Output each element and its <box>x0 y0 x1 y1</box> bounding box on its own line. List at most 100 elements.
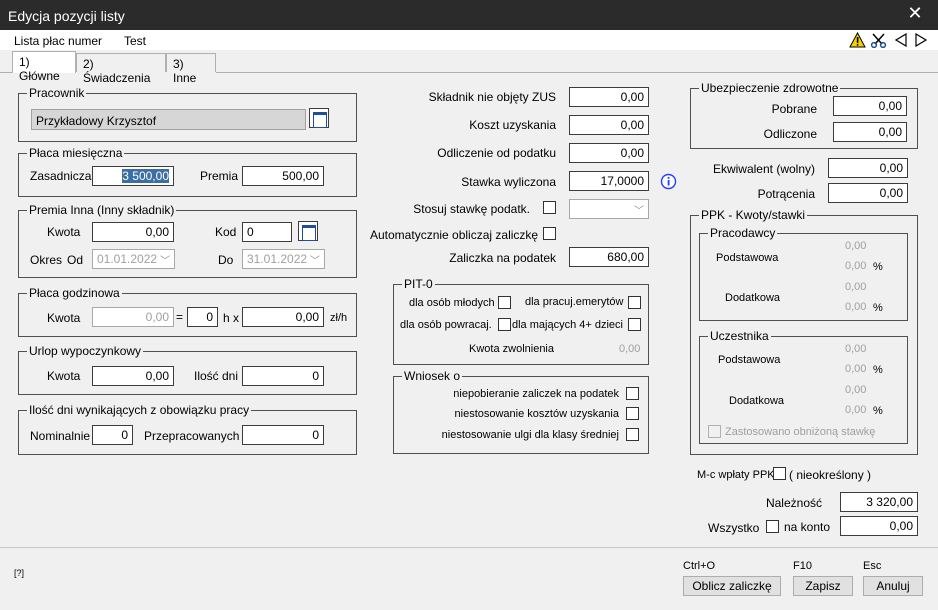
oblicz-zaliczke-button[interactable]: Oblicz zaliczkę <box>683 576 781 596</box>
godz-kwota-field[interactable]: 0,00 <box>92 307 174 327</box>
auto-zaliczka-label: Automatycznie obliczaj zaliczkę <box>370 228 539 242</box>
premia-kwota-label: Kwota <box>47 225 81 239</box>
godz-kwota-label: Kwota <box>47 311 81 325</box>
pracodawcy-podstawowa-label: Podstawowa <box>716 252 779 264</box>
pobrane-field[interactable]: 0,00 <box>833 96 907 116</box>
zapisz-button[interactable]: Zapisz <box>793 576 853 596</box>
premia-field[interactable]: 500,00 <box>242 166 324 186</box>
mc-wplaty-checkbox[interactable] <box>773 467 786 480</box>
wniosek-item2-label: niestosowanie kosztów uzyskania <box>454 408 619 420</box>
przepracowanych-label: Przepracowanych <box>144 429 240 443</box>
zasadnicza-field[interactable]: 3 500,00 <box>92 166 174 186</box>
equals-sign: = <box>176 310 184 324</box>
godz-rate-field[interactable]: 0,00 <box>242 307 324 327</box>
stosuj-stawke-label: Stosuj stawkę podatk. <box>413 202 530 216</box>
stawka-select[interactable]: ﹀ <box>569 199 649 219</box>
mlodych-checkbox[interactable] <box>498 296 511 309</box>
wszystko-label: Wszystko <box>708 521 760 535</box>
wniosek-item1-checkbox[interactable] <box>626 387 639 400</box>
scissors-icon[interactable] <box>870 32 887 48</box>
do-date-select[interactable]: 31.01.2022 ﹀ <box>242 249 325 269</box>
premia-inna-legend: Premia Inna (Inny składnik) <box>27 203 177 217</box>
ekwiwalent-field[interactable]: 0,00 <box>828 158 908 178</box>
wniosek-item3-label: niestosowanie ulgi dla klasy średniej <box>441 429 619 441</box>
auto-zaliczka-checkbox[interactable] <box>543 227 556 240</box>
zastosowano-checkbox[interactable] <box>708 425 721 438</box>
uczestnika-podstawowa-pct: % <box>873 364 883 376</box>
odliczenie-field[interactable]: 0,00 <box>569 143 649 163</box>
menu-bar: Lista płac numer Test <box>0 30 938 50</box>
kod-field[interactable]: 0 <box>242 222 292 242</box>
pobrane-label: Pobrane <box>771 102 817 116</box>
pracownik-picker-icon[interactable] <box>309 108 329 128</box>
emerytow-checkbox[interactable] <box>628 296 641 309</box>
stawka-field[interactable]: 17,0000 <box>569 171 649 191</box>
tab-divider-left <box>0 72 12 73</box>
tab-inne[interactable]: 3) Inne <box>166 53 216 85</box>
naleznosc-field[interactable]: 3 320,00 <box>840 492 918 512</box>
anuluj-button[interactable]: Anuluj <box>863 576 923 596</box>
nominalnie-field[interactable]: 0 <box>92 425 133 445</box>
chevron-down-icon: ﹀ <box>634 206 644 217</box>
skladnik-label: Składnik nie objęty ZUS <box>428 90 556 104</box>
odliczone-field[interactable]: 0,00 <box>833 122 907 142</box>
stosuj-stawke-checkbox[interactable] <box>543 201 556 214</box>
tab-swiadczenia[interactable]: 2) Świadczenia <box>76 53 166 85</box>
skladnik-field[interactable]: 0,00 <box>569 87 649 107</box>
dzieci-checkbox[interactable] <box>628 318 641 331</box>
tab-glowne[interactable]: 1) Główne <box>12 51 76 83</box>
od-date-select[interactable]: 01.01.2022 ﹀ <box>92 249 175 269</box>
kod-label: Kod <box>215 225 237 239</box>
pracownik-field[interactable]: Przykładowy Krzysztof <box>31 109 306 130</box>
koszt-label: Koszt uzyskania <box>469 118 556 132</box>
uczestnika-dodatkowa-pct: % <box>873 405 883 417</box>
warning-icon[interactable] <box>849 32 866 48</box>
close-icon[interactable]: ✕ <box>903 2 927 26</box>
zaliczka-label: Zaliczka na podatek <box>449 251 556 265</box>
godz-hours-field[interactable]: 0 <box>187 307 218 327</box>
placa-godzinowa-legend: Płaca godzinowa <box>27 286 122 300</box>
od-date-value: 01.01.2022 <box>97 252 158 266</box>
pracodawcy-podstawowa-rate: 0,00 <box>845 260 867 272</box>
tab-divider <box>216 72 938 73</box>
zl-h-label: zł/h <box>330 312 348 324</box>
potracenia-field[interactable]: 0,00 <box>828 183 908 203</box>
odliczenie-label: Odliczenie od podatku <box>437 146 556 160</box>
wszystko-field[interactable]: 0,00 <box>840 516 918 536</box>
window-title: Edycja pozycji listy <box>8 8 125 24</box>
ilosc-dni-field[interactable]: 0 <box>242 366 324 386</box>
wszystko-checkbox[interactable] <box>766 520 779 533</box>
powracaj-checkbox[interactable] <box>498 318 511 331</box>
premia-kwota-field[interactable]: 0,00 <box>92 222 174 242</box>
help-indicator[interactable]: [?] <box>14 568 24 578</box>
pracodawcy-legend: Pracodawcy <box>708 226 778 240</box>
uczestnika-dodatkowa-amount: 0,00 <box>845 384 867 396</box>
mlodych-label: dla osób młodych <box>409 297 495 309</box>
kwota-zwolnienia-label: Kwota zwolnienia <box>469 343 554 355</box>
uczestnika-podstawowa-rate: 0,00 <box>845 363 867 375</box>
przepracowanych-field[interactable]: 0 <box>242 425 324 445</box>
wniosek-item3-checkbox[interactable] <box>626 428 639 441</box>
wniosek-item1-label: niepobieranie zaliczek na podatek <box>453 388 619 400</box>
urlop-kwota-field[interactable]: 0,00 <box>92 366 174 386</box>
pracodawcy-podstawowa-amount: 0,00 <box>845 240 867 252</box>
chevron-down-icon: ﹀ <box>160 256 170 267</box>
emerytow-label: dla pracuj.emerytów <box>525 296 624 308</box>
info-icon[interactable] <box>660 173 677 190</box>
prev-triangle-icon[interactable] <box>894 33 908 47</box>
ubezpieczenie-legend: Ubezpieczenie zdrowotne <box>699 81 841 95</box>
zaliczka-field[interactable]: 680,00 <box>569 247 649 267</box>
koszt-field[interactable]: 0,00 <box>569 115 649 135</box>
lista-plac-value: Test <box>124 34 147 48</box>
wniosek-item2-checkbox[interactable] <box>626 407 639 420</box>
next-triangle-icon[interactable] <box>914 33 928 47</box>
pit0-legend: PIT-0 <box>402 277 435 291</box>
zasadnicza-value: 3 500,00 <box>122 169 169 183</box>
wniosek-legend: Wniosek o <box>402 369 463 383</box>
kod-picker-icon[interactable] <box>298 221 318 241</box>
footer-divider <box>0 547 938 548</box>
ekwiwalent-label: Ekwiwalent (wolny) <box>712 162 815 176</box>
uczestnika-dodatkowa-rate: 0,00 <box>845 404 867 416</box>
dzieci-label: dla mających 4+ dzieci <box>512 319 623 331</box>
hx-label: h x <box>223 311 240 325</box>
